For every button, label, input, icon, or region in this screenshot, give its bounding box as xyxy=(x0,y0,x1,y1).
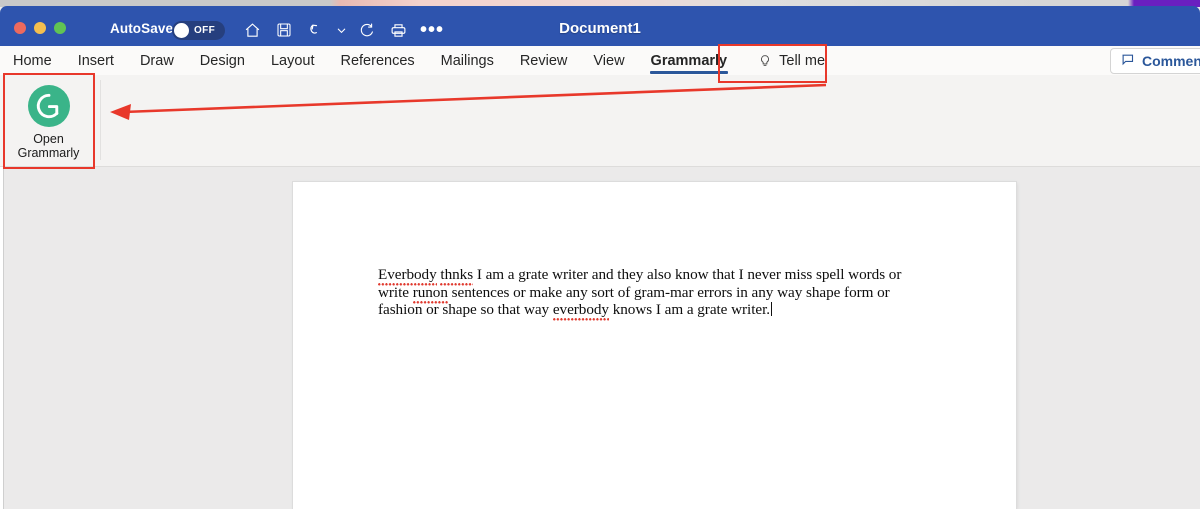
tab-label: Home xyxy=(13,52,52,69)
tab-design[interactable]: Design xyxy=(187,46,258,75)
misspelled-word[interactable]: everbody xyxy=(552,301,609,322)
open-grammarly-label-line2: Grammarly xyxy=(17,146,80,160)
ribbon-group-divider xyxy=(100,80,101,160)
tell-me-label: Tell me xyxy=(779,52,826,69)
grammarly-logo-icon xyxy=(27,85,70,127)
tab-label: Review xyxy=(519,52,568,69)
title-bar: AutoSave OFF ••• Document1 xyxy=(0,6,1200,46)
active-tab-underline xyxy=(649,71,729,74)
tab-review[interactable]: Review xyxy=(507,46,581,75)
tab-insert[interactable]: Insert xyxy=(65,46,127,75)
lightbulb-icon xyxy=(758,52,772,70)
comments-button[interactable]: Comments xyxy=(1110,48,1200,74)
tab-label: Layout xyxy=(270,52,315,69)
tab-layout[interactable]: Layout xyxy=(258,46,328,75)
open-grammarly-label-line1: Open xyxy=(33,132,64,146)
text-run: knows I am a grate writer. xyxy=(608,301,770,319)
tab-view[interactable]: View xyxy=(580,46,637,75)
left-rail xyxy=(0,167,4,509)
document-title: Document1 xyxy=(559,20,641,37)
tab-references[interactable]: References xyxy=(327,46,427,75)
tab-label: Mailings xyxy=(440,52,494,69)
tab-label: References xyxy=(340,52,415,69)
comment-bubble-icon xyxy=(1120,52,1135,70)
document-paragraph[interactable]: Everbody thnks I am a grate writer and t… xyxy=(378,266,918,322)
tab-grammarly[interactable]: Grammarly xyxy=(638,46,741,75)
tab-label: View xyxy=(593,52,625,69)
tell-me-search[interactable]: Tell me xyxy=(758,52,825,70)
tab-label: Grammarly xyxy=(650,52,728,69)
tab-label: Design xyxy=(199,52,245,69)
open-grammarly-label: Open Grammarly xyxy=(18,132,80,160)
tab-mailings[interactable]: Mailings xyxy=(428,46,507,75)
comments-label: Comments xyxy=(1142,53,1200,69)
word-window: AutoSave OFF ••• Document1 Home Insert D… xyxy=(0,0,1200,509)
ribbon-tab-row: Home Insert Draw Design Layout Reference… xyxy=(0,46,1200,75)
ribbon-content-band xyxy=(0,75,1200,167)
tab-draw[interactable]: Draw xyxy=(127,46,187,75)
text-caret xyxy=(771,302,773,317)
tab-home[interactable]: Home xyxy=(0,46,65,75)
tab-label: Draw xyxy=(139,52,174,69)
tab-label: Insert xyxy=(77,52,114,69)
open-grammarly-button[interactable]: Open Grammarly xyxy=(8,78,89,164)
document-page[interactable]: Everbody thnks I am a grate writer and t… xyxy=(293,182,1016,509)
